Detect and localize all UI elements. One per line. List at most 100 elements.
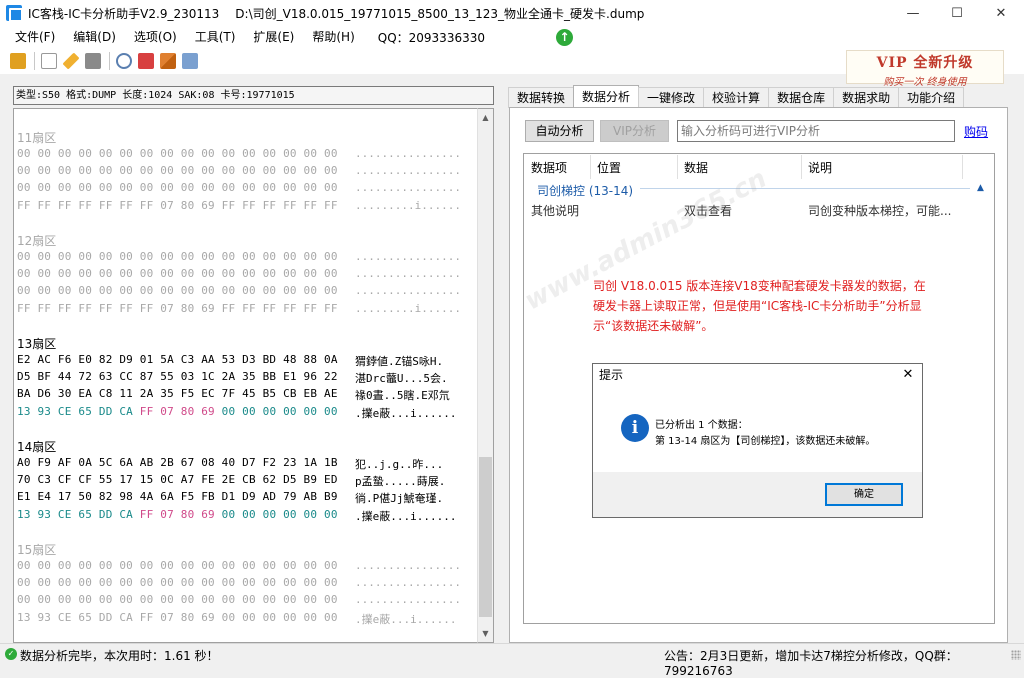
tab-checksum[interactable]: 校验计算 xyxy=(703,87,770,108)
column-header-desc[interactable]: 说明 xyxy=(808,157,832,179)
update-arrow-icon[interactable]: ↑ xyxy=(556,29,573,46)
minimize-button[interactable]: — xyxy=(890,0,936,26)
hex-row[interactable]: 70 C3 CF CF 55 17 15 0C A7 FE 2E CB 62 D… xyxy=(17,473,338,486)
hex-row[interactable]: 13 93 CE 65 DD CA FF 07 80 69 00 00 00 0… xyxy=(17,405,338,418)
vip-banner[interactable]: VIP 全新升级 购买一次 终身使用 xyxy=(846,50,1004,88)
column-separator xyxy=(590,155,591,179)
hex-row[interactable]: 00 00 00 00 00 00 00 00 00 00 00 00 00 0… xyxy=(17,284,338,297)
check-icon: ✓ xyxy=(5,648,17,660)
ascii-row[interactable]: 猬鋍値.Z锚S咏H. xyxy=(355,353,443,369)
menu-edit[interactable]: 编辑(D) xyxy=(64,26,125,48)
hex-row[interactable]: A0 F9 AF 0A 5C 6A AB 2B 67 08 40 D7 F2 2… xyxy=(17,456,338,469)
ascii-row[interactable]: .擈e蔽...i...... xyxy=(355,611,456,627)
hex-scrollbar[interactable]: ▲ ▼ xyxy=(477,108,494,643)
hex-row[interactable]: FF FF FF FF FF FF FF 07 80 69 FF FF FF F… xyxy=(17,199,338,212)
book-icon[interactable] xyxy=(10,53,26,69)
ascii-row[interactable]: 湛Drc虌U...5会. xyxy=(355,370,448,386)
ascii-row[interactable]: ................ xyxy=(355,147,461,160)
tab-data-help[interactable]: 数据求助 xyxy=(833,87,900,108)
scroll-up-icon[interactable]: ▲ xyxy=(478,109,493,126)
vip-code-input[interactable]: 输入分析码可进行VIP分析 xyxy=(677,120,955,142)
ascii-row[interactable]: .........i...... xyxy=(355,302,461,315)
hex-row[interactable]: FF FF FF FF FF FF FF 07 80 69 FF FF FF F… xyxy=(17,302,338,315)
scroll-down-icon[interactable]: ▼ xyxy=(478,625,493,642)
tab-quick-modify[interactable]: 一键修改 xyxy=(638,87,705,108)
hex-row[interactable]: 00 00 00 00 00 00 00 00 00 00 00 00 00 0… xyxy=(17,250,338,263)
qq-number: QQ：2093336330 xyxy=(377,30,485,45)
result-desc-cell[interactable]: 司创变种版本梯控，可能... xyxy=(808,202,951,219)
hex-row[interactable]: E2 AC F6 E0 82 D9 01 5A C3 AA 53 D3 BD 4… xyxy=(17,353,338,366)
dialog-close-button[interactable]: ✕ xyxy=(898,366,918,384)
hex-row[interactable]: 00 00 00 00 00 00 00 00 00 00 00 00 00 0… xyxy=(17,181,338,194)
menu-help[interactable]: 帮助(H) xyxy=(303,26,363,48)
column-header-data[interactable]: 数据 xyxy=(684,157,708,179)
ascii-row[interactable]: ................ xyxy=(355,576,461,589)
collapse-caret-icon[interactable]: ▲ xyxy=(977,183,984,193)
hex-row[interactable]: 00 00 00 00 00 00 00 00 00 00 00 00 00 0… xyxy=(17,164,338,177)
hex-row[interactable]: 00 00 00 00 00 00 00 00 00 00 00 00 00 0… xyxy=(17,267,338,280)
ascii-row[interactable]: ................ xyxy=(355,181,461,194)
hex-row[interactable]: 00 00 00 00 00 00 00 00 00 00 00 00 00 0… xyxy=(17,147,338,160)
new-file-icon[interactable] xyxy=(41,53,57,69)
ascii-row[interactable]: .擈e蔽...i...... xyxy=(355,405,456,421)
menu-bar: 文件(F) 编辑(D) 选项(O) 工具(T) 扩展(E) 帮助(H) QQ：2… xyxy=(0,26,1024,48)
ascii-row[interactable]: .擈e蔽...i...... xyxy=(355,508,456,524)
hex-row[interactable]: D5 BF 44 72 63 CC 87 55 03 1C 2A 35 BB E… xyxy=(17,370,338,383)
ascii-row[interactable]: p孟蟄.....蒔展. xyxy=(355,473,445,489)
scroll-thumb[interactable] xyxy=(479,457,492,617)
hex-row[interactable]: 13 93 CE 65 DD CA FF 07 80 69 00 00 00 0… xyxy=(17,508,338,521)
auto-analyze-button[interactable]: 自动分析 xyxy=(525,120,594,142)
column-header-item[interactable]: 数据项 xyxy=(531,157,567,179)
calendar-icon[interactable] xyxy=(138,53,154,69)
dialog-ok-button[interactable]: 确定 xyxy=(825,483,903,506)
vip-banner-subtitle: 购买一次 终身使用 xyxy=(883,77,967,88)
ascii-row[interactable]: ................ xyxy=(355,593,461,606)
dialog-title: 提示 xyxy=(599,368,624,382)
hex-row[interactable]: 13 93 CE 65 DD CA FF 07 80 69 00 00 00 0… xyxy=(17,611,338,624)
ascii-row[interactable]: ................ xyxy=(355,250,461,263)
hex-row[interactable]: E1 E4 17 50 82 98 4A 6A F5 FB D1 D9 AD 7… xyxy=(17,490,338,503)
hex-row[interactable]: 00 00 00 00 00 00 00 00 00 00 00 00 00 0… xyxy=(17,559,338,572)
menu-tools[interactable]: 工具(T) xyxy=(186,26,245,48)
ascii-row[interactable]: 犯..j.g..昨... xyxy=(355,456,443,472)
magnifier-icon[interactable] xyxy=(116,53,132,69)
ascii-row[interactable]: .........i...... xyxy=(355,199,461,212)
hex-row[interactable]: BA D6 30 EA C8 11 2A 35 F5 EC 7F 45 B5 C… xyxy=(17,387,338,400)
annotation-note: 司创 V18.0.015 版本连接V18变种配套硬发卡器发的数据，在硬发卡器上读… xyxy=(593,279,926,333)
ascii-row[interactable]: ................ xyxy=(355,559,461,572)
settings-icon[interactable] xyxy=(182,53,198,69)
menu-file[interactable]: 文件(F) xyxy=(6,26,64,48)
pencil-icon[interactable] xyxy=(62,52,80,70)
ascii-row[interactable]: 徜.P偡Jj鯱奄瑾. xyxy=(355,490,443,506)
chart-icon[interactable] xyxy=(160,53,176,69)
ascii-row[interactable]: ................ xyxy=(355,267,461,280)
tab-features[interactable]: 功能介绍 xyxy=(898,87,965,108)
announcement: 公告：2月3日更新，增加卡达7梯控分析修改，QQ群：799216763 xyxy=(664,649,958,678)
ascii-row[interactable]: ................ xyxy=(355,284,461,297)
ascii-row[interactable]: 禒0晝..5瞎.E邓氘 xyxy=(355,387,450,403)
ascii-row[interactable]: ................ xyxy=(355,164,461,177)
tab-data-analysis[interactable]: 数据分析 xyxy=(573,85,640,108)
sector-label: 11扇区 xyxy=(17,131,57,145)
close-button[interactable]: ✕ xyxy=(978,0,1024,26)
column-header-position[interactable]: 位置 xyxy=(597,157,621,179)
status-message: 数据分析完毕，本次用时：1.61 秒！ xyxy=(20,649,219,663)
maximize-button[interactable]: ☐ xyxy=(934,0,980,26)
column-separator xyxy=(801,155,802,179)
tab-data-convert[interactable]: 数据转换 xyxy=(508,87,575,108)
result-item-cell[interactable]: 其他说明 xyxy=(531,202,579,219)
hex-row[interactable]: 00 00 00 00 00 00 00 00 00 00 00 00 00 0… xyxy=(17,593,338,606)
buy-code-link[interactable]: 购码 xyxy=(964,123,988,140)
column-separator xyxy=(962,155,963,179)
menu-extend[interactable]: 扩展(E) xyxy=(244,26,303,48)
hex-view[interactable]: 11扇区 00 00 00 00 00 00 00 00 00 00 00 00 … xyxy=(13,108,478,643)
resize-grip-icon[interactable] xyxy=(1011,650,1021,660)
vip-analyze-button[interactable]: VIP分析 xyxy=(600,120,669,142)
tab-data-store[interactable]: 数据仓库 xyxy=(768,87,835,108)
menu-options[interactable]: 选项(O) xyxy=(125,26,186,48)
result-group-header[interactable]: 司创梯控 (13-14) xyxy=(537,182,633,199)
save-icon[interactable] xyxy=(85,53,101,69)
title-bar: IC客栈-IC卡分析助手V2.9_230113 D:\司创_V18.0.015_… xyxy=(0,0,1024,26)
hex-row[interactable]: 00 00 00 00 00 00 00 00 00 00 00 00 00 0… xyxy=(17,576,338,589)
group-divider xyxy=(640,188,970,189)
